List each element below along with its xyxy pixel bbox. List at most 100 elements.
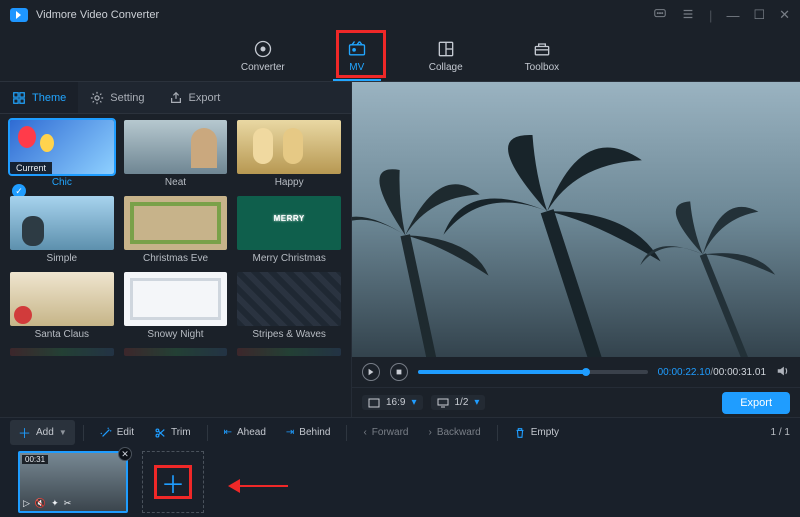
theme-item-santa-claus[interactable]: Santa Claus (10, 272, 114, 340)
maximize-icon[interactable]: ☐ (753, 7, 765, 23)
add-button[interactable]: ＋ Add ▼ (10, 420, 75, 445)
theme-name: Snowy Night (147, 329, 203, 340)
theme-item-snowy-night[interactable]: Snowy Night (124, 272, 228, 340)
zoom-select[interactable]: 1/2 ▾ (431, 395, 486, 410)
pager: 1 / 1 (771, 427, 790, 438)
seek-bar[interactable] (418, 370, 648, 374)
theme-grid: Current ✓ Chic Neat Happy (10, 120, 341, 356)
trash-icon (514, 427, 526, 439)
menu-icon[interactable] (681, 7, 695, 24)
theme-thumb (124, 348, 228, 356)
gear-icon (90, 91, 104, 105)
theme-item-stripes-waves[interactable]: Stripes & Waves (237, 272, 341, 340)
video-preview[interactable] (352, 82, 800, 357)
theme-thumb (124, 120, 228, 174)
behind-label: Behind (299, 427, 330, 438)
nav-converter[interactable]: Converter (227, 39, 299, 81)
tab-export[interactable]: Export (157, 82, 233, 113)
ahead-button[interactable]: ⇤ Ahead (216, 424, 274, 441)
scissors-icon (154, 427, 166, 439)
close-icon[interactable]: ✕ (779, 7, 790, 23)
empty-button[interactable]: Empty (506, 424, 567, 442)
theme-name: Santa Claus (35, 329, 89, 340)
tab-setting[interactable]: Setting (78, 82, 156, 113)
export-icon (169, 91, 183, 105)
clip-trim-icon[interactable]: ✂ (64, 498, 72, 509)
theme-item-chic[interactable]: Current ✓ Chic (10, 120, 114, 188)
chevron-down-icon: ▾ (411, 397, 416, 408)
theme-item-simple[interactable]: Simple (10, 196, 114, 264)
backward-button[interactable]: › Backward (420, 424, 488, 441)
theme-item-more-3[interactable] (237, 348, 341, 356)
theme-item-more-2[interactable] (124, 348, 228, 356)
add-label: Add (36, 427, 54, 438)
screen-icon (437, 398, 449, 408)
feedback-icon[interactable] (653, 7, 667, 24)
theme-name: Stripes & Waves (252, 329, 326, 340)
divider-icon (83, 425, 84, 441)
theme-icon (12, 91, 26, 105)
aspect-ratio-select[interactable]: 16:9 ▾ (362, 395, 423, 410)
theme-thumb (237, 272, 341, 326)
trim-label: Trim (171, 427, 191, 438)
tab-theme[interactable]: Theme (0, 82, 78, 113)
stop-icon (395, 368, 403, 376)
theme-name: Happy (275, 177, 304, 188)
edit-button[interactable]: Edit (92, 424, 142, 442)
aspect-ratio-value: 16:9 (386, 397, 405, 408)
theme-thumb (124, 196, 228, 250)
title-bar: Vidmore Video Converter | — ☐ ✕ (0, 0, 800, 30)
theme-item-more-1[interactable] (10, 348, 114, 356)
behind-button[interactable]: ⇥ Behind (278, 424, 339, 441)
theme-thumb (10, 196, 114, 250)
annotation-arrow-icon (228, 479, 288, 493)
wand-icon (100, 427, 112, 439)
chevron-left-icon: ‹ (363, 427, 366, 438)
tab-theme-label: Theme (32, 92, 66, 104)
theme-item-christmas-eve[interactable]: Christmas Eve (124, 196, 228, 264)
backward-label: Backward (437, 427, 481, 438)
chevron-down-icon: ▾ (474, 397, 479, 408)
converter-icon (253, 39, 273, 59)
theme-thumb (10, 272, 114, 326)
remove-clip-button[interactable]: ✕ (118, 447, 132, 461)
clip-edit-icon[interactable]: ✦ (51, 498, 59, 509)
zoom-value: 1/2 (455, 397, 469, 408)
theme-item-merry-christmas[interactable]: MERRY Merry Christmas (237, 196, 341, 264)
top-nav: Converter MV Collage Toolbox (0, 30, 800, 82)
forward-label: Forward (372, 427, 409, 438)
theme-item-happy[interactable]: Happy (237, 120, 341, 188)
export-button[interactable]: Export (722, 392, 790, 414)
empty-label: Empty (531, 427, 559, 438)
theme-item-neat[interactable]: Neat (124, 120, 228, 188)
clip-play-icon[interactable]: ▷ (23, 498, 30, 509)
left-tabs: Theme Setting Export (0, 82, 351, 114)
timeline-clip[interactable]: 00:31 ✕ ▷ 🔇 ✦ ✂ (18, 451, 128, 513)
theme-name: Chic (52, 177, 72, 188)
seek-knob[interactable] (582, 368, 590, 376)
trim-button[interactable]: Trim (146, 424, 199, 442)
play-button[interactable] (362, 363, 380, 381)
theme-thumb: MERRY (237, 196, 341, 250)
stop-button[interactable] (390, 363, 408, 381)
nav-mv-label: MV (349, 62, 364, 73)
seek-progress (418, 370, 586, 374)
nav-collage[interactable]: Collage (415, 39, 477, 81)
plus-icon: ＋ (18, 423, 31, 442)
nav-toolbox[interactable]: Toolbox (511, 39, 573, 81)
theme-name: Merry Christmas (252, 253, 325, 264)
divider-icon (497, 425, 498, 441)
view-controls: 16:9 ▾ 1/2 ▾ Export (352, 387, 800, 417)
theme-name: Neat (165, 177, 186, 188)
ahead-label: Ahead (237, 427, 266, 438)
timeline: 00:31 ✕ ▷ 🔇 ✦ ✂ ＋ (0, 447, 800, 517)
add-clip-button[interactable]: ＋ (142, 451, 204, 513)
nav-mv[interactable]: MV (333, 39, 381, 81)
volume-icon[interactable] (776, 364, 790, 381)
forward-button[interactable]: ‹ Forward (355, 424, 416, 441)
theme-thumb (124, 272, 228, 326)
minimize-icon[interactable]: — (726, 8, 739, 23)
clip-mute-icon[interactable]: 🔇 (35, 498, 46, 509)
current-time: 00:00:22.10 (658, 367, 711, 378)
nav-converter-label: Converter (241, 62, 285, 73)
